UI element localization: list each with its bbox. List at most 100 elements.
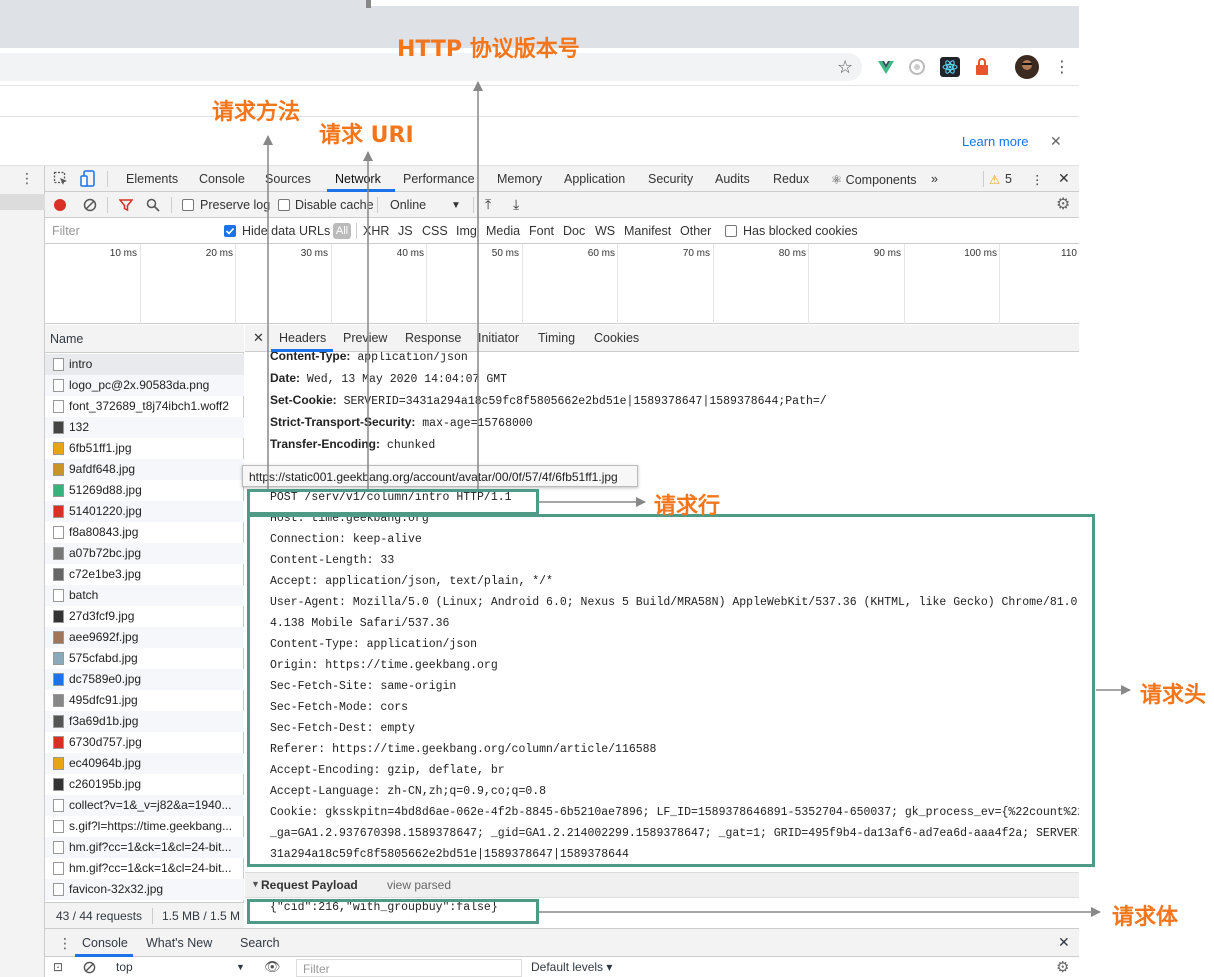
- filter-type-ws[interactable]: WS: [595, 224, 615, 238]
- export-har-icon[interactable]: ⤓: [513, 196, 519, 213]
- request-row[interactable]: 27d3fcf9.jpg: [45, 606, 244, 627]
- tab-components[interactable]: ⚛ Components: [831, 172, 917, 187]
- extension-lock-icon[interactable]: [972, 57, 992, 77]
- request-row[interactable]: aee9692f.jpg: [45, 627, 244, 648]
- profile-avatar[interactable]: [1015, 55, 1039, 79]
- record-icon[interactable]: [53, 198, 67, 212]
- request-row[interactable]: intro: [45, 354, 244, 375]
- tab-initiator[interactable]: Initiator: [478, 331, 519, 345]
- request-row[interactable]: c260195b.jpg: [45, 774, 244, 795]
- request-row[interactable]: 575cfabd.jpg: [45, 648, 244, 669]
- tab-cookies[interactable]: Cookies: [594, 331, 639, 345]
- request-row[interactable]: 6730d757.jpg: [45, 732, 244, 753]
- drawer-tab-console[interactable]: Console: [82, 936, 128, 950]
- close-detail-icon[interactable]: ✕: [253, 330, 264, 346]
- filter-type-other[interactable]: Other: [680, 224, 711, 238]
- triangle-down-icon[interactable]: ▼: [251, 879, 260, 889]
- tab-performance[interactable]: Performance: [403, 172, 475, 186]
- request-row[interactable]: logo_pc@2x.90583da.png: [45, 375, 244, 396]
- request-row[interactable]: dc7589e0.jpg: [45, 669, 244, 690]
- tab-security[interactable]: Security: [648, 172, 693, 186]
- throttling-select[interactable]: Online: [390, 198, 426, 212]
- tab-preview[interactable]: Preview: [343, 331, 387, 345]
- filter-type-manifest[interactable]: Manifest: [624, 224, 671, 238]
- request-row[interactable]: f8a80843.jpg: [45, 522, 244, 543]
- warning-icon[interactable]: ⚠: [989, 172, 1000, 187]
- filter-type-img[interactable]: Img: [456, 224, 477, 238]
- request-row[interactable]: 51269d88.jpg: [45, 480, 244, 501]
- console-settings-gear-icon[interactable]: ⚙: [1056, 958, 1069, 976]
- filter-type-doc[interactable]: Doc: [563, 224, 585, 238]
- name-column-header[interactable]: Name: [45, 325, 244, 353]
- inspect-element-icon[interactable]: [53, 171, 69, 187]
- devtools-menu-icon[interactable]: ⋮: [1031, 172, 1044, 187]
- disable-cache-checkbox[interactable]: [278, 199, 290, 211]
- tab-console[interactable]: Console: [199, 172, 245, 186]
- filter-type-media[interactable]: Media: [486, 224, 520, 238]
- request-row[interactable]: hm.gif?cc=1&ck=1&cl=24-bit...: [45, 837, 244, 858]
- react-devtools-icon[interactable]: [940, 57, 960, 77]
- tab-headers[interactable]: Headers: [279, 331, 326, 345]
- search-icon[interactable]: [146, 198, 160, 212]
- request-row[interactable]: c72e1be3.jpg: [45, 564, 244, 585]
- request-row[interactable]: 495dfc91.jpg: [45, 690, 244, 711]
- view-parsed-link[interactable]: view parsed: [387, 878, 451, 892]
- request-row[interactable]: collect?v=1&_v=j82&a=1940...: [45, 795, 244, 816]
- tab-audits[interactable]: Audits: [715, 172, 750, 186]
- request-row[interactable]: a07b72bc.jpg: [45, 543, 244, 564]
- request-row[interactable]: favicon-32x32.jpg: [45, 879, 244, 900]
- hide-data-urls-checkbox[interactable]: [224, 225, 236, 237]
- close-drawer-icon[interactable]: ✕: [1058, 934, 1070, 951]
- learn-more-link[interactable]: Learn more: [962, 134, 1028, 149]
- preserve-log-checkbox[interactable]: [182, 199, 194, 211]
- tab-application[interactable]: Application: [564, 172, 625, 186]
- drawer-menu-icon[interactable]: ⋮: [58, 935, 72, 952]
- tab-memory[interactable]: Memory: [497, 172, 542, 186]
- sidebar-toggle-icon[interactable]: ⊡: [53, 960, 63, 974]
- tab-elements[interactable]: Elements: [126, 172, 178, 186]
- filter-type-js[interactable]: JS: [398, 224, 413, 238]
- filter-icon[interactable]: [119, 198, 133, 212]
- request-row[interactable]: 9afdf648.jpg: [45, 459, 244, 480]
- device-toolbar-icon[interactable]: [80, 170, 96, 188]
- request-row[interactable]: font_372689_t8j74ibch1.woff2: [45, 396, 244, 417]
- has-blocked-cookies-checkbox[interactable]: [725, 225, 737, 237]
- request-row[interactable]: 132: [45, 417, 244, 438]
- warning-count[interactable]: 5: [1005, 172, 1012, 186]
- chevron-down-icon[interactable]: ▼: [236, 962, 245, 972]
- bookmark-star-icon[interactable]: ☆: [837, 57, 853, 78]
- tab-response[interactable]: Response: [405, 331, 461, 345]
- eye-icon[interactable]: 👁: [264, 959, 281, 975]
- drawer-tab-whats-new[interactable]: What's New: [146, 936, 212, 950]
- context-select[interactable]: top: [116, 960, 133, 974]
- vue-devtools-icon[interactable]: [876, 57, 896, 77]
- filter-input[interactable]: Filter: [52, 224, 80, 238]
- close-icon[interactable]: ✕: [1050, 133, 1062, 150]
- extension-target-icon[interactable]: [907, 57, 927, 77]
- console-filter-input[interactable]: Filter: [296, 959, 522, 977]
- request-row[interactable]: batch: [45, 585, 244, 606]
- chrome-menu-icon[interactable]: ⋮: [1054, 57, 1070, 77]
- clear-icon[interactable]: [83, 198, 97, 212]
- drawer-tab-search[interactable]: Search: [240, 936, 280, 950]
- import-har-icon[interactable]: ⤒: [485, 196, 491, 213]
- close-devtools-icon[interactable]: ✕: [1058, 170, 1070, 187]
- request-row[interactable]: ec40964b.jpg: [45, 753, 244, 774]
- more-tabs-icon[interactable]: »: [931, 172, 938, 186]
- tab-network[interactable]: Network: [335, 172, 381, 186]
- request-row[interactable]: f3a69d1b.jpg: [45, 711, 244, 732]
- filter-type-font[interactable]: Font: [529, 224, 554, 238]
- log-levels-select[interactable]: Default levels ▾: [531, 960, 612, 974]
- gutter-menu-icon[interactable]: ⋮: [20, 170, 34, 187]
- network-overview-timeline[interactable]: 10 ms 20 ms 30 ms 40 ms 50 ms 60 ms 70 m…: [45, 244, 1079, 324]
- filter-type-css[interactable]: CSS: [422, 224, 448, 238]
- request-row[interactable]: 51401220.jpg: [45, 501, 244, 522]
- request-payload-header[interactable]: ▼ Request Payload view parsed: [245, 872, 1079, 898]
- request-row[interactable]: 6fb51ff1.jpg: [45, 438, 244, 459]
- settings-gear-icon[interactable]: ⚙: [1056, 194, 1070, 214]
- request-row[interactable]: s.gif?l=https://time.geekbang...: [45, 816, 244, 837]
- tab-timing[interactable]: Timing: [538, 331, 575, 345]
- clear-console-icon[interactable]: [83, 961, 96, 974]
- filter-type-xhr[interactable]: XHR: [363, 224, 389, 238]
- tab-redux[interactable]: Redux: [773, 172, 809, 186]
